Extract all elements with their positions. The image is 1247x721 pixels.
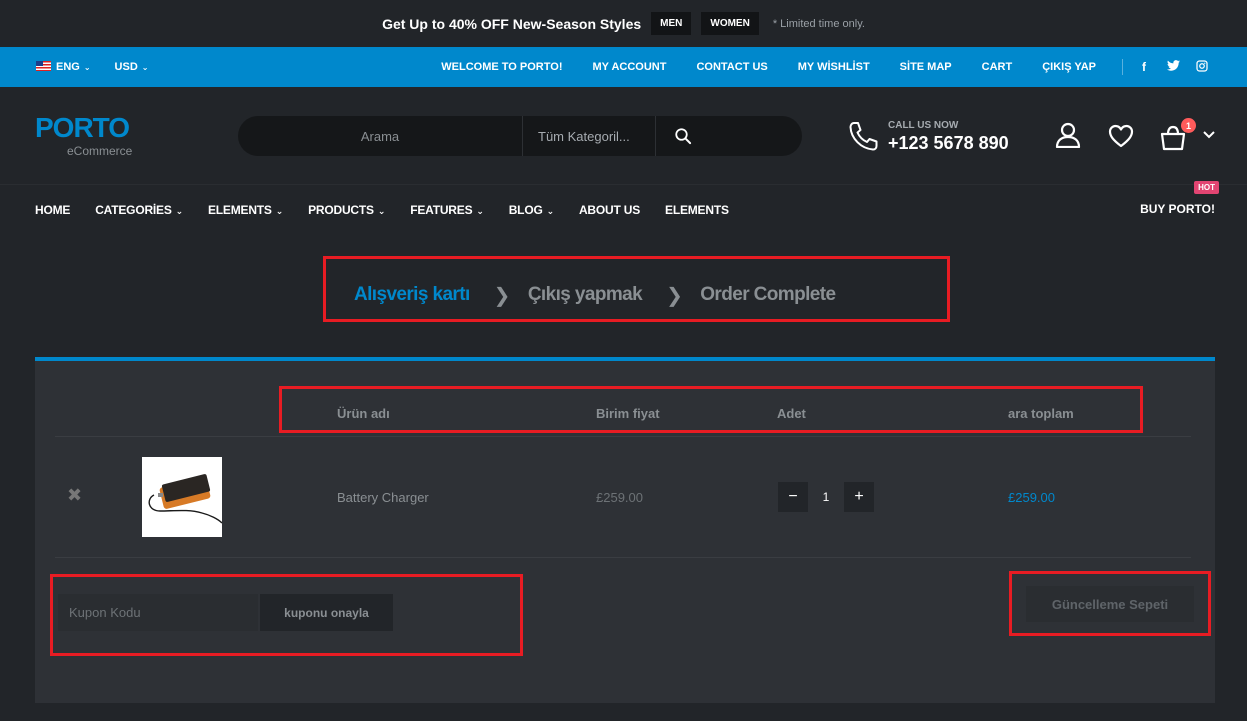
promo-text: Get Up to 40% OFF New-Season Styles — [382, 15, 642, 32]
subtotal-value: £259.00 — [1008, 490, 1055, 505]
annotation-box-steps — [323, 256, 950, 322]
twitter-icon[interactable] — [1166, 60, 1180, 74]
chevron-down-icon: ⌄ — [175, 205, 184, 216]
link-logout[interactable]: ÇIKIŞ YAP — [1042, 61, 1096, 73]
chevron-down-icon: ⌄ — [546, 205, 555, 216]
remove-item-icon[interactable]: ✖ — [67, 485, 82, 506]
chevron-down-icon: ⌄ — [141, 63, 149, 72]
phone-icon — [849, 122, 878, 151]
chevron-down-icon: ⌄ — [377, 205, 386, 216]
link-contact-us[interactable]: CONTACT US — [696, 61, 767, 73]
nav-item[interactable]: FEATURES ⌄ — [410, 203, 484, 217]
link-site-map[interactable]: SİTE MAP — [900, 61, 952, 73]
nav-item[interactable]: ELEMENTS — [665, 203, 729, 217]
promo-note: * Limited time only. — [772, 17, 865, 30]
chevron-down-icon: ⌄ — [476, 205, 484, 216]
language-selector[interactable]: ENG ⌄ — [36, 61, 91, 73]
top-links: WELCOME TO PORTO! MY ACCOUNT CONTACT US … — [441, 47, 1096, 87]
link-welcome[interactable]: WELCOME TO PORTO! — [441, 61, 562, 73]
cart-count-badge: 1 — [1181, 118, 1196, 133]
nav-item-label: ELEMENTS — [208, 202, 272, 217]
nav-item[interactable]: BLOG ⌄ — [509, 203, 554, 217]
nav-item[interactable]: PRODUCTS ⌄ — [308, 203, 385, 217]
product-name[interactable]: Battery Charger — [337, 490, 429, 505]
promo-tag-men[interactable]: MEN — [651, 12, 692, 35]
heart-icon[interactable] — [1108, 124, 1134, 148]
search-bar: Arama Tüm Kategoril... — [238, 116, 802, 156]
nav-item-label: PRODUCTS — [308, 202, 374, 217]
promo-bar: Get Up to 40% OFF New-Season Styles MEN … — [0, 0, 1247, 47]
product-image[interactable] — [142, 457, 222, 537]
nav-item-label: ABOUT US — [578, 202, 641, 217]
nav-item[interactable]: HOME — [35, 203, 70, 217]
search-input[interactable]: Arama — [238, 116, 523, 156]
quantity-input[interactable]: 1 — [808, 482, 844, 512]
search-button[interactable] — [656, 116, 710, 156]
main-header: PORTO eCommerce Arama Tüm Kategoril... C… — [0, 87, 1247, 184]
user-icon[interactable] — [1055, 122, 1081, 148]
annotation-box-headers — [279, 386, 1143, 433]
link-wishlist[interactable]: MY WİSHLİST — [798, 61, 870, 73]
link-cart[interactable]: CART — [982, 61, 1013, 73]
top-bar: ENG ⌄ USD ⌄ WELCOME TO PORTO! MY ACCOUNT C… — [0, 47, 1247, 87]
nav-item[interactable]: ELEMENTS ⌄ — [208, 203, 283, 217]
phone-number[interactable]: +123 5678 890 — [888, 133, 1009, 154]
logo-subtitle: eCommerce — [67, 144, 133, 158]
us-flag-icon — [36, 61, 51, 71]
main-nav: HOME CATEGORİES ⌄ ELEMENTS ⌄ PRODUCTS ⌄ FEATURE… — [0, 181, 1247, 233]
instagram-icon[interactable] — [1195, 59, 1209, 75]
link-my-account[interactable]: MY ACCOUNT — [593, 61, 667, 73]
social-links: f — [1122, 59, 1209, 75]
promo-tag-women[interactable]: WOMEN — [701, 12, 759, 35]
buy-porto-link[interactable]: BUY PORTO! — [1140, 202, 1215, 216]
nav-item-label: FEATURES — [410, 202, 473, 217]
nav-item[interactable]: ABOUT US — [579, 203, 640, 217]
chevron-down-icon: ⌄ — [83, 63, 91, 72]
call-label: CALL US NOW — [888, 120, 959, 131]
category-select[interactable]: Tüm Kategoril... — [523, 116, 656, 156]
increase-button[interactable]: + — [844, 482, 874, 512]
facebook-icon[interactable]: f — [1137, 60, 1151, 74]
logo[interactable]: PORTO — [35, 114, 130, 142]
nav-item-label: ELEMENTS — [665, 202, 729, 217]
nav-item[interactable]: CATEGORİES ⌄ — [95, 203, 183, 217]
chevron-down-icon: ⌄ — [275, 205, 284, 216]
quantity-stepper: − 1 + — [778, 482, 874, 512]
decrease-button[interactable]: − — [778, 482, 808, 512]
divider — [55, 436, 1191, 437]
nav-item-label: BLOG — [508, 202, 543, 217]
divider — [55, 557, 1191, 558]
currency-selector[interactable]: USD ⌄ — [115, 61, 149, 73]
annotation-box-coupon — [50, 574, 523, 656]
annotation-box-update — [1009, 571, 1211, 636]
search-icon — [675, 128, 692, 145]
hot-badge: HOT — [1194, 181, 1219, 194]
unit-price: £259.00 — [596, 490, 643, 505]
chevron-down-icon[interactable] — [1203, 131, 1215, 139]
nav-item-label: HOME — [35, 202, 71, 217]
nav-item-label: CATEGORİES — [95, 202, 172, 217]
